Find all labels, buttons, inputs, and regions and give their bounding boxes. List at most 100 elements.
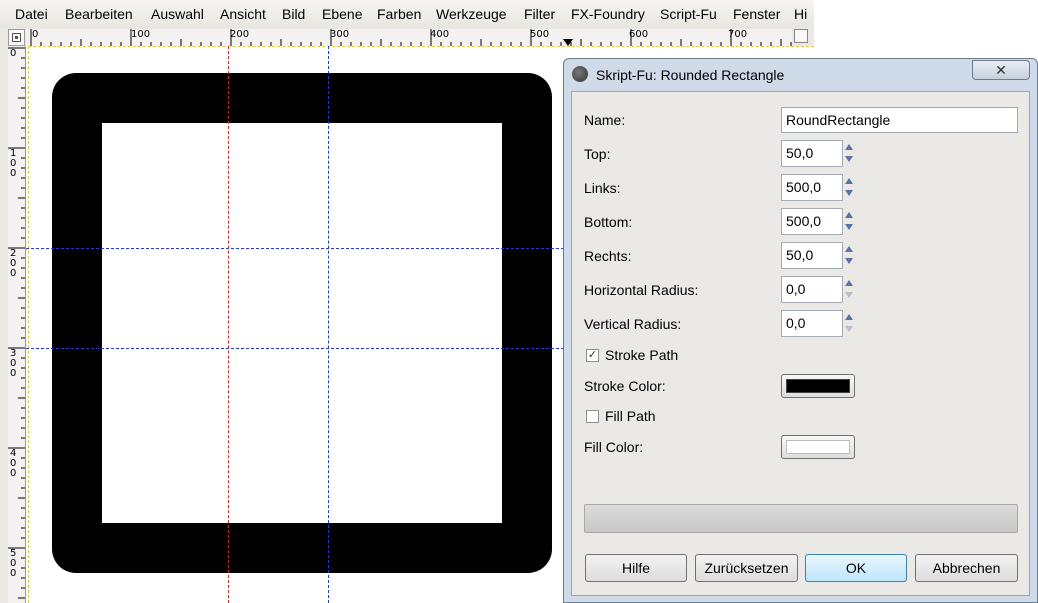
vruler-label: 3 0 0 xyxy=(10,348,17,379)
script-fu-dialog: Skript-Fu: Rounded Rectangle ✕ Name: Rou… xyxy=(563,58,1038,603)
top-spinner[interactable]: 50,0 xyxy=(781,140,855,167)
spin-up-icon[interactable] xyxy=(845,280,853,286)
vertical-ruler-ticks xyxy=(8,47,25,599)
hruler-label: 200 xyxy=(230,29,250,40)
spin-down-icon[interactable] xyxy=(845,190,853,196)
spin-arrows[interactable] xyxy=(844,242,855,269)
spin-up-icon[interactable] xyxy=(845,178,853,184)
spin-arrows[interactable] xyxy=(844,174,855,201)
spin-up-icon[interactable] xyxy=(845,246,853,252)
spin-down-icon[interactable] xyxy=(845,292,853,298)
quick-mask-icon xyxy=(12,33,21,42)
horizontal-ruler[interactable]: 0 100 200 300 400 500 600 700 xyxy=(26,29,792,47)
hruler-label: 700 xyxy=(728,29,748,40)
hruler-label: 100 xyxy=(131,29,151,40)
spin-down-icon[interactable] xyxy=(845,224,853,230)
menu-farben[interactable]: Farben xyxy=(377,6,421,22)
menu-fenster[interactable]: Fenster xyxy=(733,6,780,22)
dialog-title: Skript-Fu: Rounded Rectangle xyxy=(596,67,785,83)
spin-arrows[interactable] xyxy=(844,208,855,235)
rechts-value[interactable]: 50,0 xyxy=(781,242,843,269)
gimp-wilber-icon xyxy=(572,66,588,82)
name-field[interactable]: RoundRectangle xyxy=(781,107,1018,133)
vertical-radius-spinner[interactable]: 0,0 xyxy=(781,310,855,337)
menu-fx-foundry[interactable]: FX-Foundry xyxy=(571,6,645,22)
top-label: Top: xyxy=(584,146,611,162)
name-label: Name: xyxy=(584,112,626,128)
vruler-label: 4 0 0 xyxy=(10,448,17,479)
menu-bild[interactable]: Bild xyxy=(282,6,305,22)
rounded-rectangle-stroke xyxy=(52,73,552,573)
help-button[interactable]: Hilfe xyxy=(585,554,687,582)
close-button[interactable]: ✕ xyxy=(972,60,1030,80)
spin-up-icon[interactable] xyxy=(845,314,853,320)
hruler-label: 300 xyxy=(330,29,350,40)
links-spinner[interactable]: 500,0 xyxy=(781,174,855,201)
hruler-label: 500 xyxy=(530,29,550,40)
vertical-radius-label: Vertical Radius: xyxy=(584,316,682,332)
stroke-color-label: Stroke Color: xyxy=(584,378,666,394)
menu-werkzeuge[interactable]: Werkzeuge xyxy=(436,6,507,22)
quick-mask-toggle[interactable] xyxy=(8,29,25,46)
menu-datei[interactable]: Datei xyxy=(15,6,48,22)
spin-down-icon[interactable] xyxy=(845,156,853,162)
menubar: Datei Bearbeiten Auswahl Ansicht Bild Eb… xyxy=(0,0,814,28)
top-value[interactable]: 50,0 xyxy=(781,140,843,167)
progress-bar xyxy=(584,504,1018,533)
cancel-button[interactable]: Abbrechen xyxy=(915,554,1018,582)
dialog-content: Name: RoundRectangle Top: 50,0 Links: 50… xyxy=(571,91,1030,596)
spin-arrows[interactable] xyxy=(844,276,855,303)
spin-up-icon[interactable] xyxy=(845,144,853,150)
reset-button[interactable]: Zurücksetzen xyxy=(695,554,798,582)
menu-filter[interactable]: Filter xyxy=(524,6,555,22)
vruler-label: 5 0 0 xyxy=(10,548,17,579)
hruler-label: 0 xyxy=(32,29,39,40)
stroke-path-label[interactable]: Stroke Path xyxy=(605,347,678,363)
fill-color-label: Fill Color: xyxy=(584,439,644,455)
vruler-label: 0 xyxy=(10,48,17,59)
horizontal-radius-value[interactable]: 0,0 xyxy=(781,276,843,303)
menu-ansicht[interactable]: Ansicht xyxy=(220,6,266,22)
horizontal-radius-spinner[interactable]: 0,0 xyxy=(781,276,855,303)
rechts-spinner[interactable]: 50,0 xyxy=(781,242,855,269)
spin-arrows[interactable] xyxy=(844,140,855,167)
bottom-spinner[interactable]: 500,0 xyxy=(781,208,855,235)
vertical-guide[interactable] xyxy=(228,46,229,603)
vruler-label: 2 0 0 xyxy=(10,248,17,279)
spin-down-icon[interactable] xyxy=(845,258,853,264)
fill-path-checkbox[interactable] xyxy=(586,410,599,423)
stroke-path-checkbox[interactable]: ✓ xyxy=(586,349,599,362)
links-value[interactable]: 500,0 xyxy=(781,174,843,201)
close-icon: ✕ xyxy=(995,62,1007,78)
dialog-titlebar[interactable]: Skript-Fu: Rounded Rectangle ✕ xyxy=(564,59,1037,91)
help-button-label: Hilfe xyxy=(621,560,650,576)
stroke-color-swatch xyxy=(786,379,850,393)
stroke-color-button[interactable] xyxy=(781,374,855,398)
hruler-label: 600 xyxy=(629,29,649,40)
hruler-label: 400 xyxy=(430,29,450,40)
menu-script-fu[interactable]: Script-Fu xyxy=(660,6,717,22)
spin-up-icon[interactable] xyxy=(845,212,853,218)
fill-color-swatch xyxy=(786,440,850,454)
vertical-radius-value[interactable]: 0,0 xyxy=(781,310,843,337)
fill-color-button[interactable] xyxy=(781,435,855,459)
ruler-pointer-icon xyxy=(563,39,573,46)
rectangle-interior xyxy=(102,123,502,523)
bottom-value[interactable]: 500,0 xyxy=(781,208,843,235)
navigation-icon[interactable] xyxy=(794,29,808,43)
ok-button[interactable]: OK xyxy=(805,554,907,582)
links-label: Links: xyxy=(584,180,621,196)
spin-arrows[interactable] xyxy=(844,310,855,337)
horizontal-radius-label: Horizontal Radius: xyxy=(584,282,699,298)
menu-bearbeiten[interactable]: Bearbeiten xyxy=(65,6,133,22)
bottom-label: Bottom: xyxy=(584,214,633,230)
reset-button-label: Zurücksetzen xyxy=(704,560,789,576)
menu-auswahl[interactable]: Auswahl xyxy=(151,6,204,22)
vertical-guide[interactable] xyxy=(328,46,329,603)
menu-hilfe[interactable]: Hi xyxy=(794,6,807,22)
rechts-label: Rechts: xyxy=(584,248,632,264)
menu-ebene[interactable]: Ebene xyxy=(322,6,362,22)
fill-path-label[interactable]: Fill Path xyxy=(605,408,656,424)
spin-down-icon[interactable] xyxy=(845,326,853,332)
vertical-ruler[interactable]: 0 1 0 0 2 0 0 3 0 0 4 0 0 5 0 0 xyxy=(8,46,26,603)
